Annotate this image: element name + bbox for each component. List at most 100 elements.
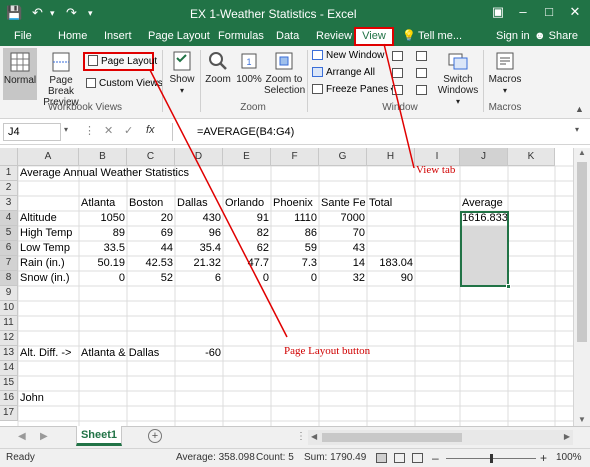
page-layout-status-icon[interactable] [394, 453, 405, 463]
cell-c6[interactable]: 44 [127, 241, 175, 256]
column-header-e[interactable]: E [223, 148, 271, 166]
ribbon-display-icon[interactable]: ▣ [488, 4, 508, 20]
sheet-nav-next-icon[interactable]: ▶ [40, 431, 48, 442]
cell-d6[interactable]: 35.4 [175, 241, 223, 256]
cell-f3[interactable]: Phoenix [271, 196, 315, 211]
normal-view-status-icon[interactable] [376, 453, 387, 463]
reset-window-position-icon[interactable] [416, 85, 427, 95]
row-header-3[interactable]: 3 [0, 196, 18, 211]
cell-f8[interactable]: 0 [271, 271, 319, 286]
row-header-1[interactable]: 1 [0, 166, 18, 181]
formula-input[interactable]: =AVERAGE(B4:G4) [172, 123, 572, 141]
cell-a5[interactable]: High Temp [18, 226, 74, 241]
row-header-12[interactable]: 12 [0, 331, 18, 346]
cell-f4[interactable]: 1110 [271, 211, 319, 226]
tab-split-icon[interactable]: ⋮ [296, 431, 306, 442]
cell-g3[interactable]: Sante Fe [319, 196, 368, 211]
unhide-icon[interactable] [392, 85, 403, 95]
cell-d3[interactable]: Dallas [175, 196, 210, 211]
save-icon[interactable]: 💾 [6, 5, 22, 21]
column-header-a[interactable]: A [18, 148, 79, 166]
cell-c8[interactable]: 52 [127, 271, 175, 286]
column-header-f[interactable]: F [271, 148, 319, 166]
cell-c5[interactable]: 69 [127, 226, 175, 241]
cell-h7[interactable]: 183.04 [367, 256, 415, 271]
cell-d7[interactable]: 21.32 [175, 256, 223, 271]
name-box[interactable]: J4 [3, 123, 61, 141]
page-break-status-icon[interactable] [412, 453, 423, 463]
cell-e8[interactable]: 0 [223, 271, 271, 286]
row-header-15[interactable]: 15 [0, 376, 18, 391]
add-sheet-button[interactable]: + [148, 429, 162, 443]
zoom-level[interactable]: 100% [556, 449, 582, 467]
cancel-entry-icon[interactable]: ✕ [104, 124, 113, 137]
cell-f7[interactable]: 7.3 [271, 256, 319, 271]
cell-b4[interactable]: 1050 [79, 211, 127, 226]
scroll-left-icon[interactable]: ◀ [311, 432, 317, 441]
cell-e5[interactable]: 82 [223, 226, 271, 241]
tab-file[interactable]: File [14, 29, 32, 43]
column-header-k[interactable]: K [508, 148, 555, 166]
switch-windows-button[interactable]: Switch Windows ▾ [436, 50, 480, 107]
row-header-14[interactable]: 14 [0, 361, 18, 376]
cell-g8[interactable]: 32 [319, 271, 367, 286]
cell-a4[interactable]: Altitude [18, 211, 59, 226]
row-header-4[interactable]: 4 [0, 211, 18, 226]
scroll-up-icon[interactable]: ▲ [574, 148, 590, 157]
cell-h3[interactable]: Total [367, 196, 394, 211]
expand-formula-bar-icon[interactable]: ▾ [575, 125, 579, 134]
vertical-scrollbar[interactable]: ▲ ▼ [573, 148, 590, 426]
select-all-corner[interactable] [0, 148, 18, 166]
close-icon[interactable]: ✕ [565, 4, 585, 20]
horizontal-scrollbar[interactable]: ◀ ▶ [308, 430, 573, 445]
zoom-in-icon[interactable]: + [540, 449, 547, 467]
maximize-icon[interactable]: □ [539, 4, 559, 20]
cell-c4[interactable]: 20 [127, 211, 175, 226]
name-box-dropdown-icon[interactable]: ▾ [64, 125, 68, 134]
scroll-right-icon[interactable]: ▶ [564, 432, 570, 441]
cell-g7[interactable]: 14 [319, 256, 367, 271]
column-header-g[interactable]: G [319, 148, 367, 166]
view-side-by-side-icon[interactable] [416, 51, 427, 61]
zoom-to-selection-button[interactable]: Zoom to Selection [264, 50, 305, 96]
share-button[interactable]: ☻ Share [534, 29, 578, 43]
scroll-down-icon[interactable]: ▼ [574, 415, 590, 424]
cell-a16[interactable]: John [18, 391, 46, 406]
column-header-h[interactable]: H [367, 148, 415, 166]
row-header-8[interactable]: 8 [0, 271, 18, 286]
cell-g5[interactable]: 70 [319, 226, 367, 241]
insert-function-icon[interactable]: fx [146, 124, 155, 136]
freeze-panes-button[interactable]: Freeze Panes ▾ [312, 84, 395, 95]
fill-handle[interactable] [506, 284, 511, 289]
cell-a8[interactable]: Snow (in.) [18, 271, 72, 286]
cell-b8[interactable]: 0 [79, 271, 127, 286]
cell-c3[interactable]: Boston [127, 196, 165, 211]
cell-e4[interactable]: 91 [223, 211, 271, 226]
cell-b13[interactable]: Atlanta & Dallas [79, 346, 161, 361]
undo-dropdown-icon[interactable]: ▾ [50, 5, 55, 21]
cell-d4[interactable]: 430 [175, 211, 223, 226]
row-header-6[interactable]: 6 [0, 241, 18, 256]
redo-icon[interactable]: ↷ [66, 5, 77, 21]
cell-h8[interactable]: 90 [367, 271, 415, 286]
cell-f6[interactable]: 59 [271, 241, 319, 256]
column-header-d[interactable]: D [175, 148, 223, 166]
worksheet-grid[interactable]: ABCDEFGHIJK 1 2 3 4 5 6 7 8 9 10 11 12 13 14 15 16 17 Av… [0, 145, 590, 426]
tab-view[interactable]: View [354, 27, 394, 46]
macros-button[interactable]: Macros ▾ [488, 50, 522, 96]
page-layout-button[interactable]: Page Layout [83, 52, 157, 71]
cell-b3[interactable]: Atlanta [79, 196, 117, 211]
row-header-2[interactable]: 2 [0, 181, 18, 196]
cell-d5[interactable]: 96 [175, 226, 223, 241]
row-header-9[interactable]: 9 [0, 286, 18, 301]
cell-g4[interactable]: 7000 [319, 211, 367, 226]
zoom-100-button[interactable]: 1 100% [236, 50, 262, 85]
cell-e3[interactable]: Orlando [223, 196, 266, 211]
custom-views-button[interactable]: Custom Views [86, 78, 163, 89]
cell-j3[interactable]: Average [460, 196, 505, 211]
cell-a7[interactable]: Rain (in.) [18, 256, 67, 271]
minimize-icon[interactable]: – [513, 4, 533, 20]
row-header-7[interactable]: 7 [0, 256, 18, 271]
cell-b6[interactable]: 33.5 [79, 241, 127, 256]
cell-b7[interactable]: 50.19 [79, 256, 127, 271]
